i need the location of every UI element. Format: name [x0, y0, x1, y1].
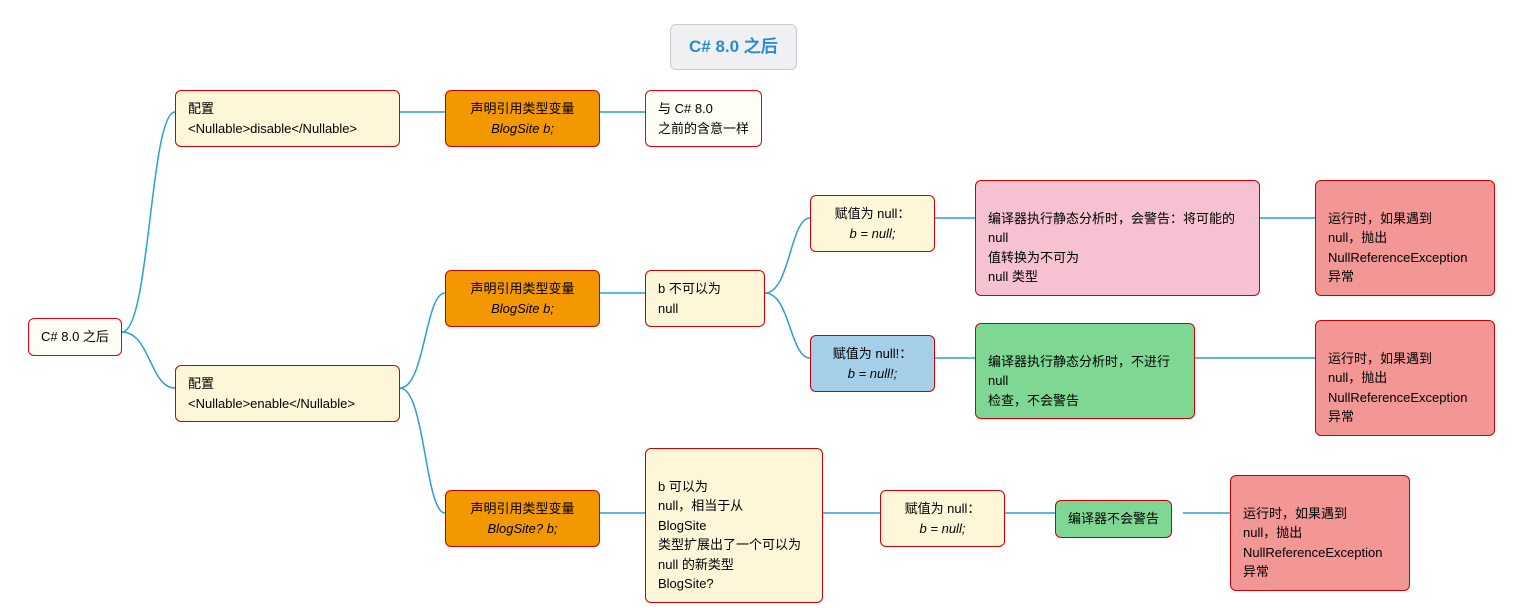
runtime-err-2-node: 运行时，如果遇到 null，抛出 NullReferenceException …	[1315, 320, 1495, 436]
assign-null-bang-line2: b = null!;	[823, 364, 922, 384]
decl-a-desc-line2: 之前的含意一样	[658, 119, 749, 139]
root-node: C# 8.0 之后	[28, 318, 122, 356]
decl-a-desc-line1: 与 C# 8.0	[658, 99, 749, 119]
runtime-err-3-text: 运行时，如果遇到 null，抛出 NullReferenceException …	[1243, 506, 1382, 580]
assign-null-1-line1: 赋值为 null：	[823, 204, 922, 224]
assign-null-bang-node: 赋值为 null!： b = null!;	[810, 335, 935, 392]
decl-b-desc-line1: b 不可以为	[658, 279, 752, 299]
decl-c-node: 声明引用类型变量 BlogSite? b;	[445, 490, 600, 547]
decl-a-line2: BlogSite b;	[458, 119, 587, 139]
decl-b-line1: 声明引用类型变量	[458, 279, 587, 299]
config-disable-line1: 配置	[188, 99, 387, 119]
runtime-err-2-text: 运行时，如果遇到 null，抛出 NullReferenceException …	[1328, 351, 1467, 425]
decl-b-desc-node: b 不可以为 null	[645, 270, 765, 327]
decl-c-line2: BlogSite? b;	[458, 519, 587, 539]
decl-c-line1: 声明引用类型变量	[458, 499, 587, 519]
config-disable-node: 配置 <Nullable>disable</Nullable>	[175, 90, 400, 147]
assign-null-bang-line1: 赋值为 null!：	[823, 344, 922, 364]
compiler-nowarn-node: 编译器不会警告	[1055, 500, 1172, 538]
decl-a-node: 声明引用类型变量 BlogSite b;	[445, 90, 600, 147]
decl-b-desc-line2: null	[658, 299, 752, 319]
runtime-err-3-node: 运行时，如果遇到 null，抛出 NullReferenceException …	[1230, 475, 1410, 591]
compiler-warn-text: 编译器执行静态分析时，会警告：将可能的 null 值转换为不可为 null 类型	[988, 211, 1235, 285]
decl-c-desc-text: b 可以为 null，相当于从 BlogSite 类型扩展出了一个可以为 nul…	[658, 479, 801, 592]
title-badge: C# 8.0 之后	[670, 24, 797, 70]
decl-b-node: 声明引用类型变量 BlogSite b;	[445, 270, 600, 327]
assign-null-1-line2: b = null;	[823, 224, 922, 244]
compiler-nocheck-text: 编译器执行静态分析时，不进行 null 检查，不会警告	[988, 354, 1170, 408]
config-enable-line1: 配置	[188, 374, 387, 394]
assign-null-2-line2: b = null;	[893, 519, 992, 539]
runtime-err-1-node: 运行时，如果遇到 null，抛出 NullReferenceException …	[1315, 180, 1495, 296]
decl-c-desc-node: b 可以为 null，相当于从 BlogSite 类型扩展出了一个可以为 nul…	[645, 448, 823, 603]
runtime-err-1-text: 运行时，如果遇到 null，抛出 NullReferenceException …	[1328, 211, 1467, 285]
decl-b-line2: BlogSite b;	[458, 299, 587, 319]
assign-null-1-node: 赋值为 null： b = null;	[810, 195, 935, 252]
title-text: C# 8.0 之后	[689, 37, 778, 56]
config-disable-line2: <Nullable>disable</Nullable>	[188, 119, 387, 139]
decl-a-desc-node: 与 C# 8.0 之前的含意一样	[645, 90, 762, 147]
config-enable-line2: <Nullable>enable</Nullable>	[188, 394, 387, 414]
root-label: C# 8.0 之后	[41, 329, 109, 344]
assign-null-2-node: 赋值为 null： b = null;	[880, 490, 1005, 547]
compiler-nowarn-text: 编译器不会警告	[1068, 511, 1159, 526]
config-enable-node: 配置 <Nullable>enable</Nullable>	[175, 365, 400, 422]
assign-null-2-line1: 赋值为 null：	[893, 499, 992, 519]
compiler-warn-node: 编译器执行静态分析时，会警告：将可能的 null 值转换为不可为 null 类型	[975, 180, 1260, 296]
decl-a-line1: 声明引用类型变量	[458, 99, 587, 119]
compiler-nocheck-node: 编译器执行静态分析时，不进行 null 检查，不会警告	[975, 323, 1195, 419]
